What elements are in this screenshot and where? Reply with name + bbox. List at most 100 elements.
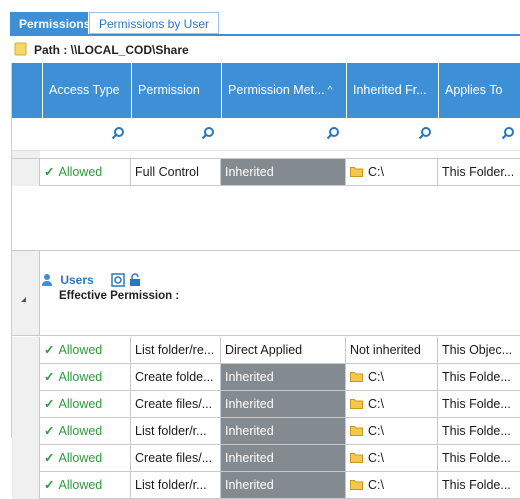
col-applies-to[interactable]: Applies To bbox=[438, 63, 520, 118]
folder-icon bbox=[350, 167, 363, 177]
filter-inherited-from[interactable] bbox=[346, 118, 438, 150]
group-selector bbox=[12, 251, 40, 335]
cell-method: Inherited bbox=[221, 391, 346, 418]
cell-applies-to: This Folde... bbox=[438, 472, 520, 499]
tab-permissions-by-user[interactable]: Permissions by User bbox=[89, 12, 219, 34]
cell-access-type: ✓ Allowed bbox=[40, 418, 131, 445]
inherited-from-value: C:\ bbox=[368, 424, 384, 438]
row-selector[interactable] bbox=[12, 418, 40, 445]
search-icon[interactable] bbox=[326, 126, 340, 140]
sort-ascending-icon: ^ bbox=[327, 85, 333, 96]
check-icon: ✓ bbox=[44, 478, 55, 492]
cell-applies-to: This Folde... bbox=[438, 445, 520, 472]
row-selector[interactable] bbox=[12, 391, 40, 418]
check-icon: ✓ bbox=[44, 370, 55, 384]
expand-collapse-icon[interactable] bbox=[21, 297, 26, 302]
folder-icon bbox=[350, 426, 363, 436]
inherited-from-value: Not inherited bbox=[350, 343, 421, 357]
table-row[interactable]: ✓ Allowed Create folde... Inherited C:\ This … bbox=[12, 364, 520, 391]
col-permission-method-label: Permission Met... bbox=[228, 83, 325, 97]
cell-access-type: ✓ Allowed bbox=[40, 472, 131, 499]
row-selector[interactable] bbox=[12, 445, 40, 472]
filter-access-type[interactable] bbox=[42, 118, 131, 150]
filter-permission[interactable] bbox=[131, 118, 221, 150]
access-value: Allowed bbox=[58, 451, 103, 465]
col-access-type[interactable]: Access Type bbox=[42, 63, 131, 118]
cell-method: Inherited bbox=[221, 364, 346, 391]
table-row[interactable]: ✓ Allowed Create files/... Inherited C:\ This… bbox=[12, 445, 520, 472]
row-gap bbox=[12, 151, 40, 158]
cell-method: Inherited bbox=[221, 472, 346, 499]
cell-applies-to: This Objec... bbox=[438, 337, 520, 364]
inherited-from-value: C:\ bbox=[368, 370, 384, 384]
table-row[interactable]: ✓ Allowed List folder/r... Inherited C:\ This… bbox=[12, 472, 520, 499]
col-inherited-from[interactable]: Inherited Fr... bbox=[346, 63, 438, 118]
check-icon: ✓ bbox=[44, 165, 55, 179]
access-value: Allowed bbox=[58, 397, 103, 411]
grid-header: Access Type Permission Permission Met...… bbox=[12, 63, 520, 118]
folder-icon bbox=[14, 42, 27, 56]
table-row[interactable]: ✓ Allowed Full Control Inherited C:\ This… bbox=[12, 159, 520, 186]
cell-access-type: ✓ Allowed bbox=[40, 364, 131, 391]
cell-inherited-from: C:\ bbox=[346, 391, 438, 418]
path-bar: Path : \\LOCAL_COD\Share bbox=[14, 41, 189, 59]
cell-permission: List folder/r... bbox=[131, 418, 221, 445]
group-row-users[interactable]: Users Effective Permission : bbox=[12, 250, 520, 336]
table-row[interactable]: ✓ Allowed List folder/re... Direct Applied N… bbox=[12, 337, 520, 364]
table-row[interactable]: ✓ Allowed Create files/... Inherited C:\ This… bbox=[12, 391, 520, 418]
cell-inherited-from: C:\ bbox=[346, 472, 438, 499]
cell-permission: Full Control bbox=[131, 159, 221, 186]
col-inherited-from-label: Inherited Fr... bbox=[353, 83, 427, 97]
col-access-type-label: Access Type bbox=[49, 83, 120, 97]
cell-permission: Create files/... bbox=[131, 445, 221, 472]
row-selector[interactable] bbox=[12, 364, 40, 391]
folder-icon bbox=[350, 480, 363, 490]
group-subtitle: Effective Permission : bbox=[59, 290, 180, 302]
tab-bar: Permissions Permissions by User bbox=[0, 0, 520, 36]
cell-permission: Create folde... bbox=[131, 364, 221, 391]
group-title-label: Users bbox=[60, 273, 94, 287]
cell-applies-to: This Folder... bbox=[438, 159, 520, 186]
search-icon[interactable] bbox=[111, 126, 125, 140]
cell-access-type: ✓ Allowed bbox=[40, 391, 131, 418]
search-icon[interactable] bbox=[201, 126, 215, 140]
row-selector[interactable] bbox=[12, 337, 40, 364]
search-icon[interactable] bbox=[501, 126, 515, 140]
settings-icon[interactable] bbox=[111, 273, 125, 287]
cell-method: Inherited bbox=[221, 159, 346, 186]
lock-icon[interactable] bbox=[128, 273, 142, 287]
filter-permission-method[interactable] bbox=[221, 118, 346, 150]
cell-applies-to: This Folde... bbox=[438, 364, 520, 391]
filter-applies-to[interactable] bbox=[438, 118, 520, 150]
check-icon: ✓ bbox=[44, 343, 55, 357]
table-row[interactable]: ✓ Allowed List folder/r... Inherited C:\ This… bbox=[12, 418, 520, 445]
col-permission[interactable]: Permission bbox=[131, 63, 221, 118]
row-selector[interactable] bbox=[12, 159, 40, 186]
search-icon[interactable] bbox=[418, 126, 432, 140]
tab-underline bbox=[10, 34, 520, 36]
group-title: Users bbox=[41, 273, 142, 287]
path-label: Path : \\LOCAL_COD\Share bbox=[34, 43, 189, 57]
access-value: Allowed bbox=[58, 370, 103, 384]
col-applies-to-label: Applies To bbox=[445, 83, 503, 97]
inherited-from-value: C:\ bbox=[368, 451, 384, 465]
cell-applies-to: This Folde... bbox=[438, 391, 520, 418]
cell-permission: Create files/... bbox=[131, 391, 221, 418]
cell-applies-to: This Folde... bbox=[438, 418, 520, 445]
folder-icon bbox=[350, 399, 363, 409]
cell-permission: List folder/re... bbox=[131, 337, 221, 364]
access-value: Allowed bbox=[58, 165, 103, 179]
tab-permissions[interactable]: Permissions bbox=[10, 12, 90, 34]
cell-access-type: ✓ Allowed bbox=[40, 159, 131, 186]
row-selector[interactable] bbox=[12, 472, 40, 499]
permissions-grid: Access Type Permission Permission Met...… bbox=[11, 63, 520, 499]
cell-method: Inherited bbox=[221, 418, 346, 445]
access-value: Allowed bbox=[58, 424, 103, 438]
header-spacer bbox=[12, 63, 42, 118]
cell-method: Direct Applied bbox=[221, 337, 346, 364]
cell-access-type: ✓ Allowed bbox=[40, 337, 131, 364]
cell-inherited-from: C:\ bbox=[346, 445, 438, 472]
folder-icon bbox=[350, 453, 363, 463]
col-permission-method[interactable]: Permission Met... ^ bbox=[221, 63, 346, 118]
check-icon: ✓ bbox=[44, 397, 55, 411]
